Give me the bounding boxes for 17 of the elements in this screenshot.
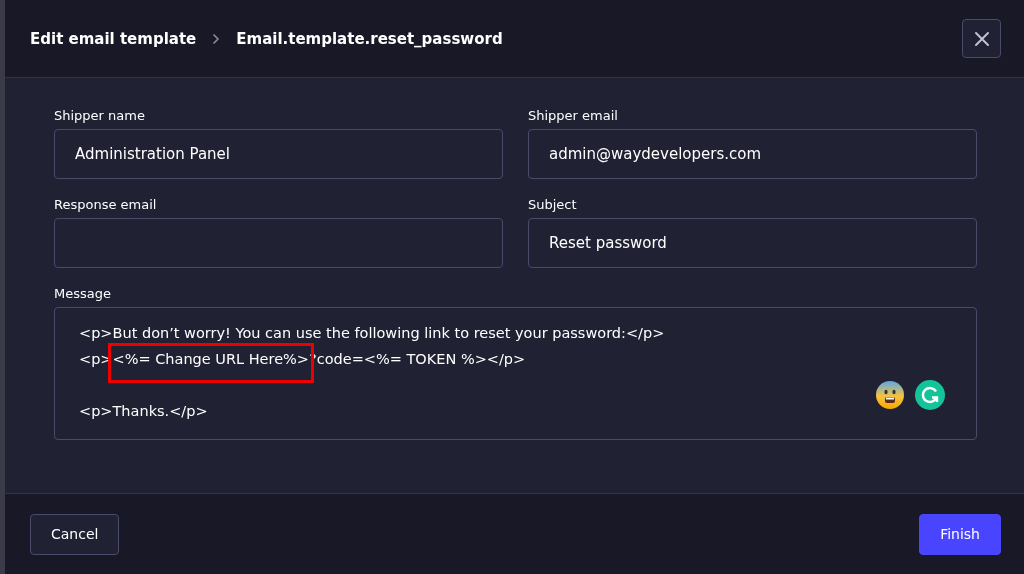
input-field[interactable]: admin@waydevelopers.com (528, 129, 977, 179)
close-icon (973, 30, 990, 47)
field-label: Response email (54, 197, 158, 212)
input-field[interactable]: Administration Panel (54, 129, 503, 179)
field-label: Subject (528, 197, 578, 212)
input-field[interactable]: Reset password (528, 218, 977, 268)
field-label: Message (54, 286, 112, 301)
field-label: Shipper name (54, 108, 146, 123)
chevron-icon (212, 32, 221, 45)
cancel-button[interactable]: Cancel (30, 513, 120, 555)
emoji-icon[interactable] (875, 380, 905, 410)
finish-button[interactable]: Finish (919, 513, 1001, 555)
grammarly-icon[interactable] (915, 380, 945, 410)
breadcrumb-item: Email.template.reset_password (236, 29, 503, 48)
close-button[interactable] (962, 19, 1001, 58)
field-label: Shipper email (528, 108, 619, 123)
breadcrumb-item[interactable]: Edit email template (30, 29, 197, 48)
